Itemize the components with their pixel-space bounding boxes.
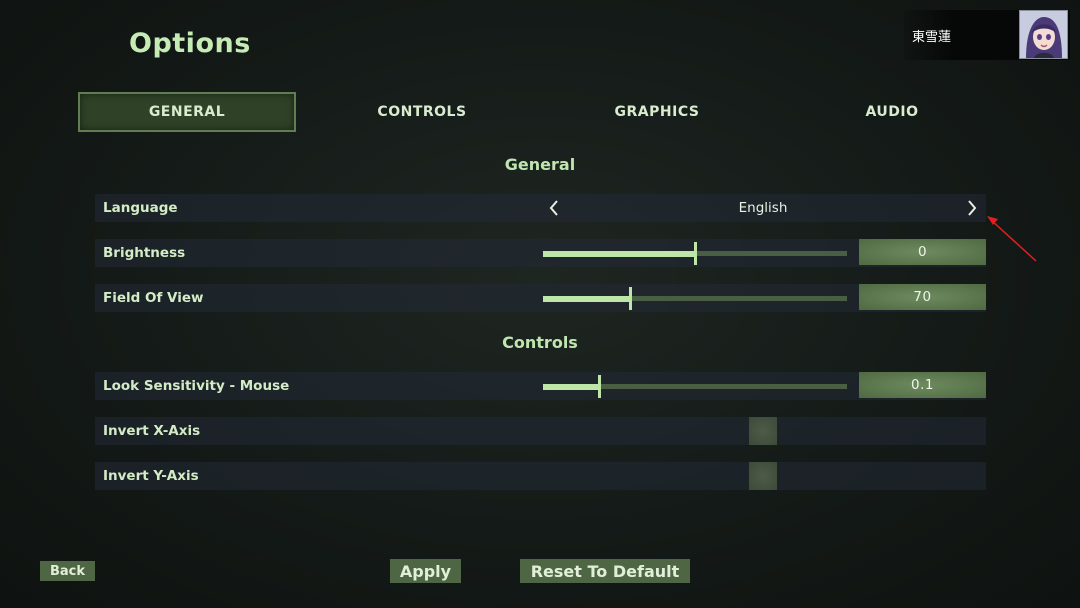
options-screen: Options 東雪蓮 GENERAL CONTROLS GRAPHICS AU… (0, 0, 1080, 608)
annotation-arrow-icon (987, 216, 1037, 262)
